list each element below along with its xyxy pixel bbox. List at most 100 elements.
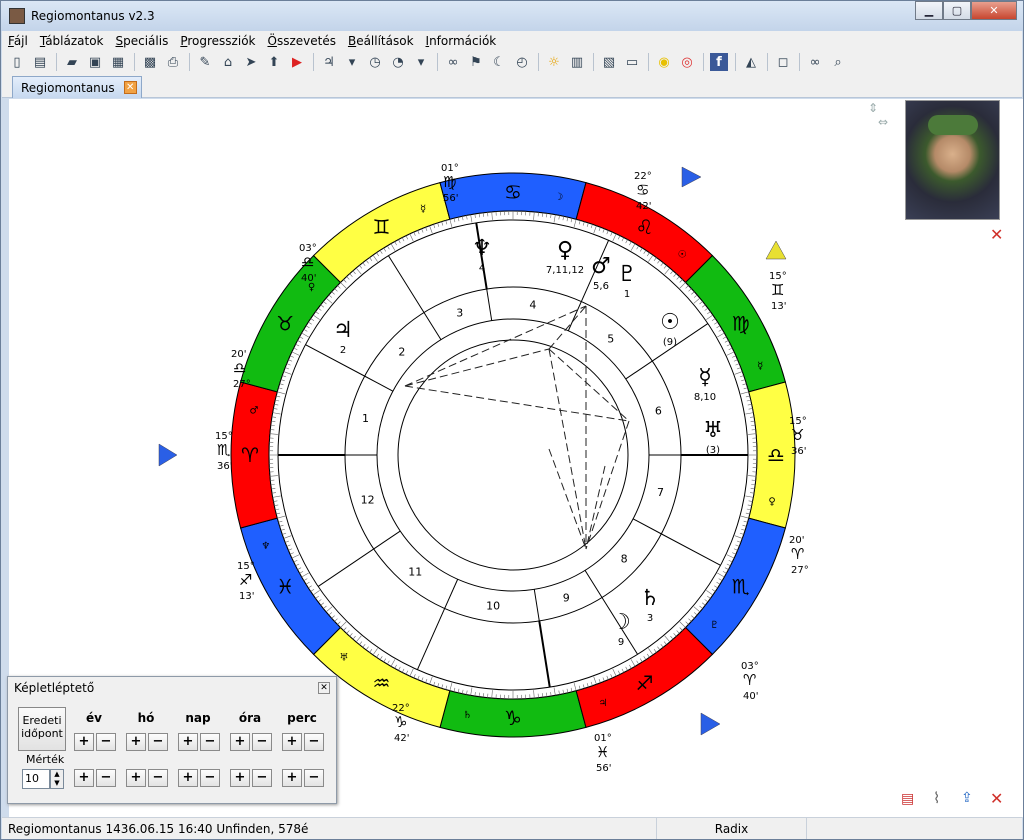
toolbar-separator [648, 53, 649, 71]
stepper-óra-minus-bottom[interactable]: − [252, 769, 272, 787]
title-bar[interactable]: Regiomontanus v2.3 ▁ ▢ ✕ [1, 1, 1023, 31]
cusp-sign-glyph: ♍ [443, 173, 456, 191]
facebook-icon[interactable]: f [710, 53, 728, 71]
step-size-input[interactable]: 10 [22, 769, 50, 789]
menu-2[interactable]: Speciális [110, 34, 175, 48]
stepper-col-perc: perc [287, 711, 317, 725]
picture-icon[interactable]: ▩ [141, 53, 159, 71]
planet-house-label: 3 [647, 613, 653, 624]
planet-house-label: (9) [663, 337, 677, 348]
report-icon[interactable]: ▤ [901, 791, 914, 807]
open-folder-icon[interactable]: ▰ [63, 53, 81, 71]
chart-nav-arrow[interactable] [765, 240, 787, 260]
stepper-év-plus-bottom[interactable]: + [74, 769, 94, 787]
dial-icon[interactable]: ◔ [389, 53, 407, 71]
speech-bubble-icon[interactable]: ◻ [774, 53, 792, 71]
menu-5[interactable]: Beállítások [342, 34, 420, 48]
stepper-nap-plus-bottom[interactable]: + [178, 769, 198, 787]
close-button[interactable]: ✕ [971, 1, 1017, 20]
move-horizontal-icon[interactable]: ⇔ [878, 115, 888, 129]
moon-icon[interactable]: ☾ [490, 53, 508, 71]
magnifier-icon[interactable]: ⌕ [829, 53, 847, 71]
books-icon[interactable]: ▧ [600, 53, 618, 71]
graduation-cap-icon[interactable]: ◭ [742, 53, 760, 71]
planet-glyph: ♀ [557, 238, 573, 263]
cusp-minute: 36' [791, 446, 806, 457]
status-chart-type: Radix [657, 818, 807, 839]
timer-icon[interactable]: ◴ [513, 53, 531, 71]
house-number: 12 [361, 493, 375, 506]
maximize-button[interactable]: ▢ [943, 1, 971, 20]
stepper-nap-minus-bottom[interactable]: − [200, 769, 220, 787]
linked-circles-icon[interactable]: ∞ [444, 53, 462, 71]
stepper-nap-plus-top[interactable]: + [178, 733, 198, 751]
new-chart-icon[interactable]: ▯ [8, 53, 26, 71]
menu-0[interactable]: Fájl [2, 34, 34, 48]
stepper-óra-minus-top[interactable]: − [252, 733, 272, 751]
monitor-icon[interactable]: ▭ [623, 53, 641, 71]
minimize-button[interactable]: ▁ [915, 1, 943, 20]
paperclip-icon[interactable]: ⌇ [933, 789, 940, 807]
export-icon[interactable]: ⇪ [961, 790, 973, 806]
up-arrow-icon[interactable]: ⬆ [265, 53, 283, 71]
cursor-icon[interactable]: ➤ [242, 53, 260, 71]
stepper-év-minus-bottom[interactable]: − [96, 769, 116, 787]
new-document-icon[interactable]: ▤ [31, 53, 49, 71]
planet-glyph: ♅ [703, 418, 723, 443]
dropdown-icon[interactable]: ▾ [412, 53, 430, 71]
toolbar-separator [437, 53, 438, 71]
flag-icon[interactable]: ▶ [288, 53, 306, 71]
menu-6[interactable]: Információk [420, 34, 503, 48]
save-icon[interactable]: ▣ [86, 53, 104, 71]
tab-regiomontanus[interactable]: Regiomontanus ✕ [12, 76, 142, 98]
signpost-icon[interactable]: ⚑ [467, 53, 485, 71]
app-icon[interactable] [9, 8, 25, 24]
stepper-perc-plus-top[interactable]: + [282, 733, 302, 751]
pen-icon[interactable]: ✎ [196, 53, 214, 71]
stepper-óra-plus-bottom[interactable]: + [230, 769, 250, 787]
menu-bar: Fájl Táblázatok Speciális Progressziók Össze… [2, 31, 1022, 50]
stepper-év-minus-top[interactable]: − [96, 733, 116, 751]
close-portrait-icon[interactable]: ✕ [990, 225, 1003, 244]
menu-3[interactable]: Progressziók [174, 34, 261, 48]
menu-4[interactable]: Összevetés [261, 34, 341, 48]
save-as-icon[interactable]: ▦ [109, 53, 127, 71]
home-icon[interactable]: ⌂ [219, 53, 237, 71]
stepper-év-plus-top[interactable]: + [74, 733, 94, 751]
help-ring-icon[interactable]: ◎ [678, 53, 696, 71]
stepper-perc-minus-top[interactable]: − [304, 733, 324, 751]
stepper-col-hó: hó [137, 711, 155, 725]
original-time-button[interactable]: Eredeti időpont [18, 707, 66, 751]
stepper-hó-plus-top[interactable]: + [126, 733, 146, 751]
dropdown-icon[interactable]: ▾ [343, 53, 361, 71]
chart-nav-arrow[interactable] [158, 443, 178, 467]
stepper-hó-plus-bottom[interactable]: + [126, 769, 146, 787]
stepper-hó-minus-bottom[interactable]: − [148, 769, 168, 787]
stepper-óra-plus-top[interactable]: + [230, 733, 250, 751]
stepper-nap-minus-top[interactable]: − [200, 733, 220, 751]
sun-icon[interactable]: ☼ [545, 53, 563, 71]
sign-ruler-glyph: ♆ [261, 541, 270, 552]
stepper-hó-minus-top[interactable]: − [148, 733, 168, 751]
cusp-sign-glyph: ♎ [233, 359, 246, 377]
menu-1[interactable]: Táblázatok [34, 34, 110, 48]
tab-close-icon[interactable]: ✕ [123, 81, 137, 94]
original-time-label-2: időpont [21, 727, 63, 740]
stepper-perc-minus-bottom[interactable]: − [304, 769, 324, 787]
chart-nav-arrow[interactable] [681, 166, 702, 188]
close-chart-icon[interactable]: ✕ [990, 789, 1003, 808]
step-size-spinner[interactable]: ▲ ▼ [50, 769, 64, 789]
planet-selector-icon[interactable]: ♃ [320, 53, 338, 71]
planet-glyph: ☽ [611, 610, 631, 635]
move-vertical-icon[interactable]: ⇕ [868, 101, 878, 115]
print-icon[interactable]: ⎙ [164, 53, 182, 71]
stepper-title: Képletléptető [14, 681, 95, 695]
glasses-icon[interactable]: ∞ [806, 53, 824, 71]
stepper-close-button[interactable]: ✕ [318, 682, 330, 694]
chart-nav-arrow[interactable] [700, 712, 721, 736]
sign-glyph: ♓ [276, 575, 294, 599]
book-icon[interactable]: ▥ [568, 53, 586, 71]
stepper-perc-plus-bottom[interactable]: + [282, 769, 302, 787]
clock-icon[interactable]: ◷ [366, 53, 384, 71]
lightbulb-icon[interactable]: ◉ [655, 53, 673, 71]
